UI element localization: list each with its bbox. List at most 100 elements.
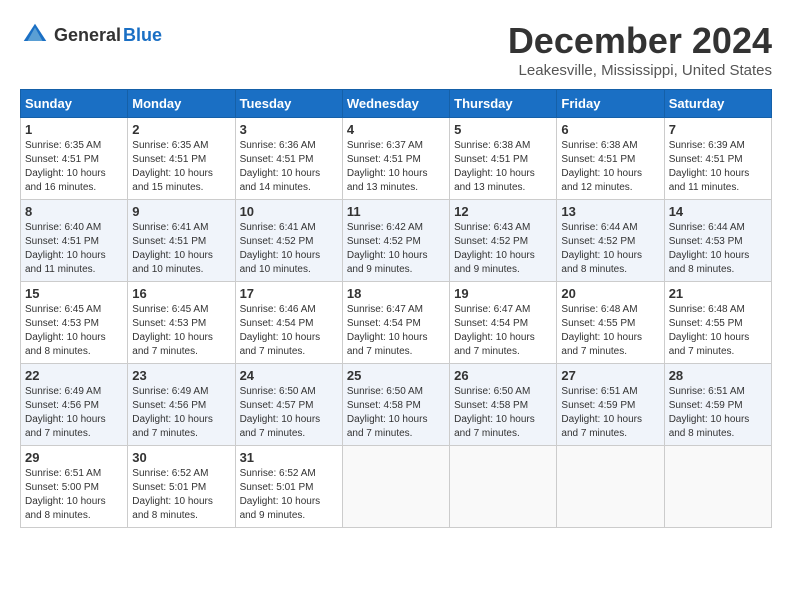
table-row: 23 Sunrise: 6:49 AM Sunset: 4:56 PM Dayl… (128, 364, 235, 446)
day-number: 30 (132, 450, 230, 465)
sunrise-label: Sunrise: 6:43 AM (454, 222, 530, 233)
sunset-label: Sunset: 5:01 PM (132, 482, 206, 493)
day-info: Sunrise: 6:41 AM Sunset: 4:51 PM Dayligh… (132, 221, 230, 277)
sunrise-label: Sunrise: 6:40 AM (25, 222, 101, 233)
table-row: 3 Sunrise: 6:36 AM Sunset: 4:51 PM Dayli… (235, 118, 342, 200)
daylight-label: Daylight: 10 hours and 7 minutes. (240, 332, 321, 357)
day-number: 31 (240, 450, 338, 465)
sunrise-label: Sunrise: 6:51 AM (561, 386, 637, 397)
table-row (342, 446, 449, 528)
daylight-label: Daylight: 10 hours and 8 minutes. (669, 414, 750, 439)
sunrise-label: Sunrise: 6:50 AM (347, 386, 423, 397)
sunset-label: Sunset: 4:55 PM (561, 318, 635, 329)
logo-blue-text: Blue (123, 26, 162, 44)
table-row (450, 446, 557, 528)
daylight-label: Daylight: 10 hours and 7 minutes. (132, 414, 213, 439)
sunrise-label: Sunrise: 6:35 AM (132, 140, 208, 151)
sunset-label: Sunset: 4:57 PM (240, 400, 314, 411)
day-number: 20 (561, 286, 659, 301)
sunset-label: Sunset: 4:53 PM (669, 236, 743, 247)
table-row: 31 Sunrise: 6:52 AM Sunset: 5:01 PM Dayl… (235, 446, 342, 528)
day-number: 19 (454, 286, 552, 301)
daylight-label: Daylight: 10 hours and 14 minutes. (240, 168, 321, 193)
sunrise-label: Sunrise: 6:36 AM (240, 140, 316, 151)
sunrise-label: Sunrise: 6:50 AM (454, 386, 530, 397)
day-info: Sunrise: 6:36 AM Sunset: 4:51 PM Dayligh… (240, 139, 338, 195)
daylight-label: Daylight: 10 hours and 9 minutes. (240, 496, 321, 521)
daylight-label: Daylight: 10 hours and 8 minutes. (132, 496, 213, 521)
table-row: 15 Sunrise: 6:45 AM Sunset: 4:53 PM Dayl… (21, 282, 128, 364)
daylight-label: Daylight: 10 hours and 7 minutes. (454, 414, 535, 439)
sunset-label: Sunset: 4:53 PM (25, 318, 99, 329)
col-friday: Friday (557, 90, 664, 118)
sunrise-label: Sunrise: 6:47 AM (454, 304, 530, 315)
sunset-label: Sunset: 4:51 PM (132, 154, 206, 165)
day-info: Sunrise: 6:48 AM Sunset: 4:55 PM Dayligh… (561, 303, 659, 359)
sunset-label: Sunset: 4:51 PM (25, 236, 99, 247)
day-info: Sunrise: 6:50 AM Sunset: 4:58 PM Dayligh… (454, 385, 552, 441)
day-info: Sunrise: 6:37 AM Sunset: 4:51 PM Dayligh… (347, 139, 445, 195)
daylight-label: Daylight: 10 hours and 13 minutes. (347, 168, 428, 193)
table-row: 25 Sunrise: 6:50 AM Sunset: 4:58 PM Dayl… (342, 364, 449, 446)
day-info: Sunrise: 6:46 AM Sunset: 4:54 PM Dayligh… (240, 303, 338, 359)
day-number: 16 (132, 286, 230, 301)
day-number: 4 (347, 122, 445, 137)
table-row: 5 Sunrise: 6:38 AM Sunset: 4:51 PM Dayli… (450, 118, 557, 200)
day-number: 1 (25, 122, 123, 137)
sunrise-label: Sunrise: 6:51 AM (669, 386, 745, 397)
daylight-label: Daylight: 10 hours and 7 minutes. (240, 414, 321, 439)
sunrise-label: Sunrise: 6:41 AM (240, 222, 316, 233)
table-row: 16 Sunrise: 6:45 AM Sunset: 4:53 PM Dayl… (128, 282, 235, 364)
sunset-label: Sunset: 4:52 PM (454, 236, 528, 247)
day-info: Sunrise: 6:51 AM Sunset: 4:59 PM Dayligh… (669, 385, 767, 441)
day-info: Sunrise: 6:44 AM Sunset: 4:52 PM Dayligh… (561, 221, 659, 277)
day-info: Sunrise: 6:39 AM Sunset: 4:51 PM Dayligh… (669, 139, 767, 195)
table-row: 11 Sunrise: 6:42 AM Sunset: 4:52 PM Dayl… (342, 200, 449, 282)
daylight-label: Daylight: 10 hours and 7 minutes. (561, 414, 642, 439)
day-number: 9 (132, 204, 230, 219)
table-row: 9 Sunrise: 6:41 AM Sunset: 4:51 PM Dayli… (128, 200, 235, 282)
day-info: Sunrise: 6:42 AM Sunset: 4:52 PM Dayligh… (347, 221, 445, 277)
col-tuesday: Tuesday (235, 90, 342, 118)
table-row: 28 Sunrise: 6:51 AM Sunset: 4:59 PM Dayl… (664, 364, 771, 446)
table-row: 10 Sunrise: 6:41 AM Sunset: 4:52 PM Dayl… (235, 200, 342, 282)
day-number: 29 (25, 450, 123, 465)
table-row: 21 Sunrise: 6:48 AM Sunset: 4:55 PM Dayl… (664, 282, 771, 364)
daylight-label: Daylight: 10 hours and 13 minutes. (454, 168, 535, 193)
sunrise-label: Sunrise: 6:45 AM (25, 304, 101, 315)
calendar-week-row: 15 Sunrise: 6:45 AM Sunset: 4:53 PM Dayl… (21, 282, 772, 364)
day-info: Sunrise: 6:45 AM Sunset: 4:53 PM Dayligh… (25, 303, 123, 359)
daylight-label: Daylight: 10 hours and 7 minutes. (561, 332, 642, 357)
sunset-label: Sunset: 4:54 PM (454, 318, 528, 329)
day-info: Sunrise: 6:49 AM Sunset: 4:56 PM Dayligh… (132, 385, 230, 441)
day-number: 17 (240, 286, 338, 301)
day-info: Sunrise: 6:43 AM Sunset: 4:52 PM Dayligh… (454, 221, 552, 277)
calendar-week-row: 29 Sunrise: 6:51 AM Sunset: 5:00 PM Dayl… (21, 446, 772, 528)
day-info: Sunrise: 6:35 AM Sunset: 4:51 PM Dayligh… (25, 139, 123, 195)
table-row: 27 Sunrise: 6:51 AM Sunset: 4:59 PM Dayl… (557, 364, 664, 446)
table-row: 6 Sunrise: 6:38 AM Sunset: 4:51 PM Dayli… (557, 118, 664, 200)
daylight-label: Daylight: 10 hours and 11 minutes. (25, 250, 106, 275)
day-info: Sunrise: 6:50 AM Sunset: 4:57 PM Dayligh… (240, 385, 338, 441)
daylight-label: Daylight: 10 hours and 10 minutes. (240, 250, 321, 275)
table-row: 29 Sunrise: 6:51 AM Sunset: 5:00 PM Dayl… (21, 446, 128, 528)
sunset-label: Sunset: 4:54 PM (347, 318, 421, 329)
sunrise-label: Sunrise: 6:44 AM (561, 222, 637, 233)
sunrise-label: Sunrise: 6:51 AM (25, 468, 101, 479)
day-info: Sunrise: 6:38 AM Sunset: 4:51 PM Dayligh… (561, 139, 659, 195)
sunrise-label: Sunrise: 6:48 AM (669, 304, 745, 315)
day-number: 12 (454, 204, 552, 219)
calendar-week-row: 22 Sunrise: 6:49 AM Sunset: 4:56 PM Dayl… (21, 364, 772, 446)
calendar-week-row: 8 Sunrise: 6:40 AM Sunset: 4:51 PM Dayli… (21, 200, 772, 282)
day-info: Sunrise: 6:47 AM Sunset: 4:54 PM Dayligh… (347, 303, 445, 359)
day-info: Sunrise: 6:47 AM Sunset: 4:54 PM Dayligh… (454, 303, 552, 359)
daylight-label: Daylight: 10 hours and 8 minutes. (561, 250, 642, 275)
day-number: 23 (132, 368, 230, 383)
day-number: 11 (347, 204, 445, 219)
sunset-label: Sunset: 4:58 PM (454, 400, 528, 411)
sunset-label: Sunset: 4:51 PM (25, 154, 99, 165)
table-row: 14 Sunrise: 6:44 AM Sunset: 4:53 PM Dayl… (664, 200, 771, 282)
table-row: 20 Sunrise: 6:48 AM Sunset: 4:55 PM Dayl… (557, 282, 664, 364)
table-row: 2 Sunrise: 6:35 AM Sunset: 4:51 PM Dayli… (128, 118, 235, 200)
day-number: 8 (25, 204, 123, 219)
